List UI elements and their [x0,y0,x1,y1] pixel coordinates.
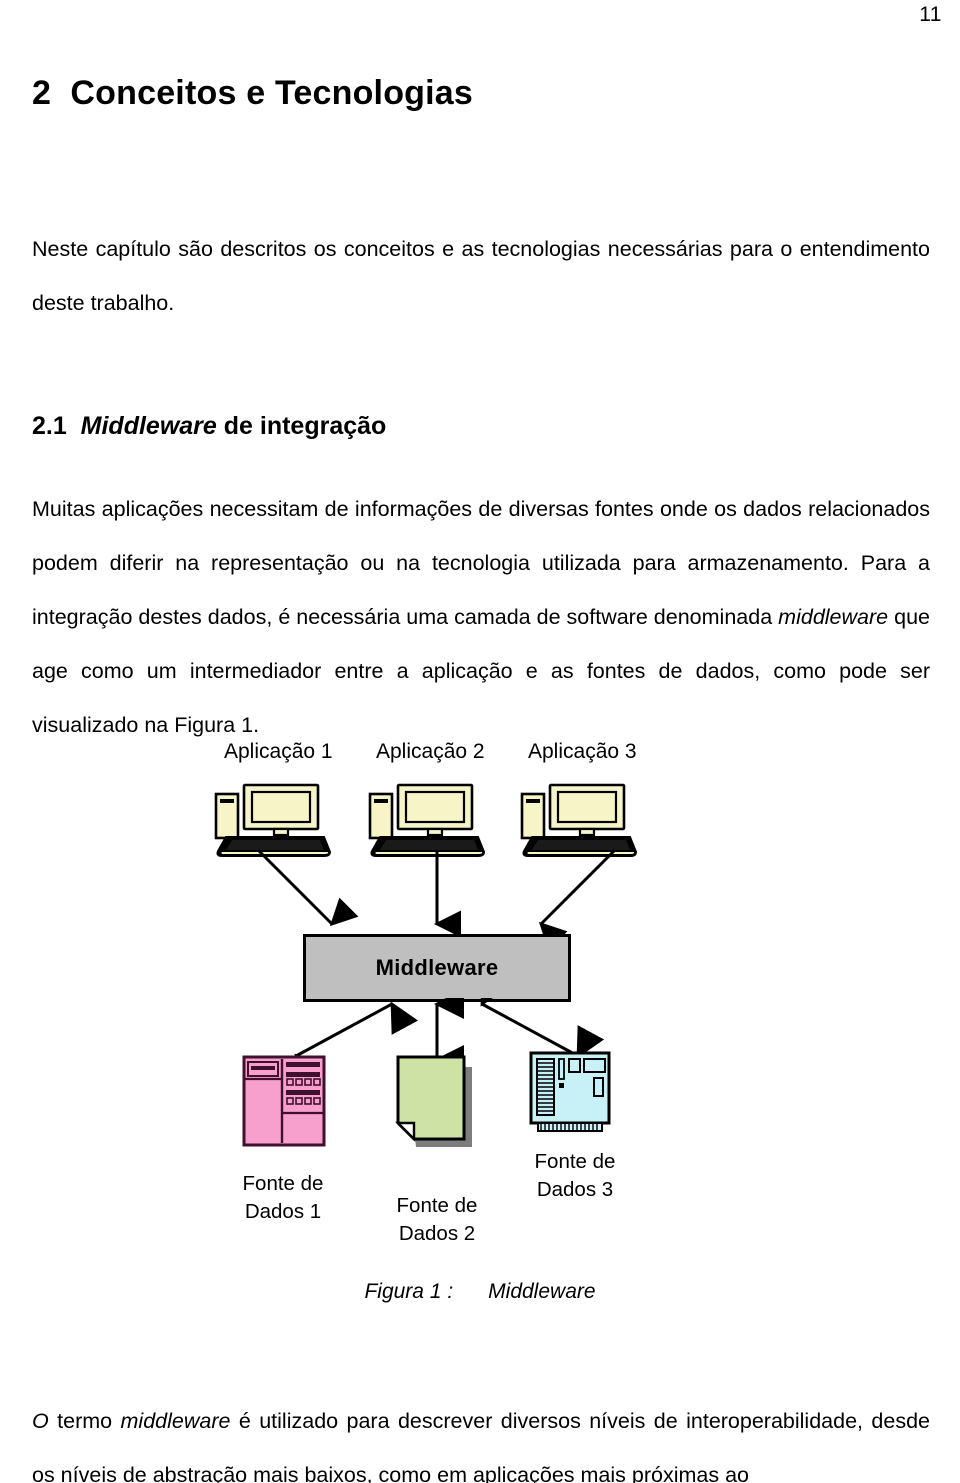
middleware-paragraph: Muitas aplicações necessitam de informaç… [32,482,930,752]
figure-caption: Figura 1 : Middleware [364,1280,596,1303]
disk-array-icon [528,1050,612,1136]
data-source-label-2: Fonte de Dados 2 [396,1194,478,1245]
middleware-box: Middleware [303,934,571,1002]
figure-middleware-diagram: Aplicação 1 Aplicação 2 Aplicação 3 Midd… [0,730,960,1350]
intro-paragraph: Neste capítulo são descritos os conceito… [32,237,930,315]
trailing-paragraph: O termo middleware é utilizado para desc… [32,1394,930,1483]
document-page: 11 2 Conceitos e Tecnologias Neste capít… [0,0,960,1483]
mainframe-icon [242,1055,326,1147]
application-label-3: Aplicação 3 [528,740,637,763]
arrows-middleware-to-data-sources [0,973,960,1102]
chapter-heading: 2 Conceitos e Tecnologias [32,74,474,112]
paragraph-italic-term: middleware [778,605,889,629]
document-icon [394,1055,480,1155]
section-heading-number: 2.1 [32,412,81,440]
section-heading-suffix: de integração [216,412,387,440]
middleware-label: Middleware [375,955,499,980]
application-labels-row: Aplicação 1 Aplicação 2 Aplicação 3 [0,738,960,768]
application-label-2: Aplicação 2 [376,740,485,763]
trailing-text-part1: termo [48,1409,121,1433]
section-heading: 2.1 Middleware de integração [32,412,386,441]
trailing-italic-term: middleware [120,1409,231,1433]
application-label-1: Aplicação 1 [224,740,333,763]
page-number: 11 [919,3,942,26]
arrows-applications-to-middleware [0,848,960,951]
data-source-label-1: Fonte de Dados 1 [242,1172,324,1223]
data-source-label-3: Fonte de Dados 3 [534,1150,616,1201]
section-heading-italic-term: Middleware [80,412,217,440]
trailing-italic-lead: O [32,1409,49,1433]
